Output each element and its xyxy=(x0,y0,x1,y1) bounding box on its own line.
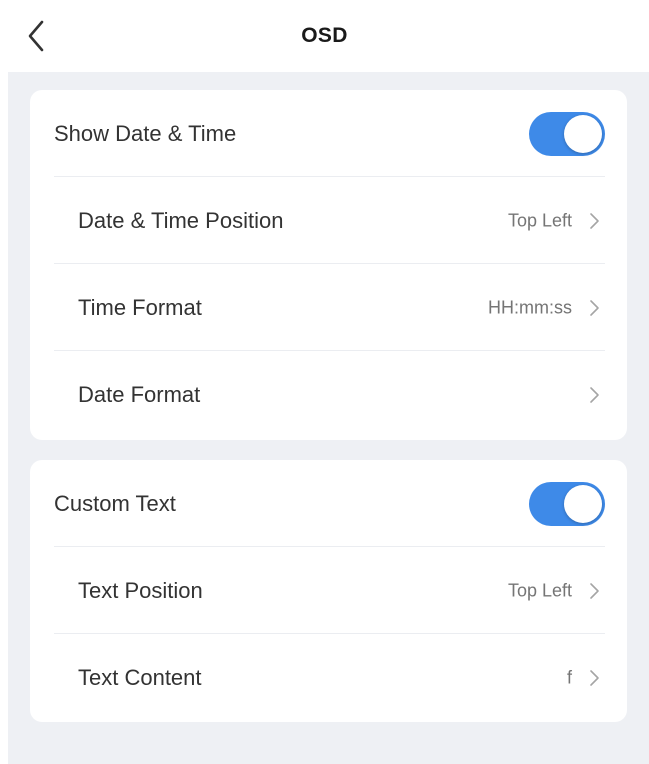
chevron-right-icon xyxy=(590,386,599,403)
show-date-time-toggle[interactable] xyxy=(529,111,605,156)
time-format-label: Time Format xyxy=(78,294,202,320)
date-format-label: Date Format xyxy=(78,381,201,407)
chevron-right-icon xyxy=(590,669,599,686)
chevron-right-icon xyxy=(590,582,599,599)
toggle-knob xyxy=(564,114,602,153)
custom-text-card: Custom Text Text Position Top Left Text … xyxy=(30,460,627,722)
date-time-position-row[interactable]: Date & Time Position Top Left xyxy=(30,177,627,264)
date-format-row[interactable]: Date Format xyxy=(30,351,627,438)
custom-text-toggle[interactable] xyxy=(529,481,605,526)
toggle-knob xyxy=(564,484,602,523)
date-time-position-label: Date & Time Position xyxy=(78,207,284,233)
date-time-position-value: Top Left xyxy=(507,210,572,230)
text-content-value: f xyxy=(566,667,572,687)
time-format-row[interactable]: Time Format HH:mm:ss xyxy=(30,264,627,351)
text-position-value: Top Left xyxy=(507,580,572,600)
chevron-right-icon xyxy=(590,212,599,229)
show-date-time-label: Show Date & Time xyxy=(54,120,237,146)
text-position-row[interactable]: Text Position Top Left xyxy=(30,547,627,634)
text-position-label: Text Position xyxy=(78,577,203,603)
page-title: OSD xyxy=(301,24,348,47)
show-date-time-row: Show Date & Time xyxy=(30,90,627,177)
custom-text-row: Custom Text xyxy=(30,460,627,547)
time-format-value: HH:mm:ss xyxy=(488,297,572,317)
settings-content: Show Date & Time Date & Time Position To… xyxy=(8,72,649,764)
chevron-right-icon xyxy=(590,299,599,316)
text-content-row[interactable]: Text Content f xyxy=(30,634,627,721)
nav-bar: OSD xyxy=(0,0,649,72)
date-time-card: Show Date & Time Date & Time Position To… xyxy=(30,90,627,440)
custom-text-label: Custom Text xyxy=(54,490,176,516)
text-content-label: Text Content xyxy=(78,664,202,690)
